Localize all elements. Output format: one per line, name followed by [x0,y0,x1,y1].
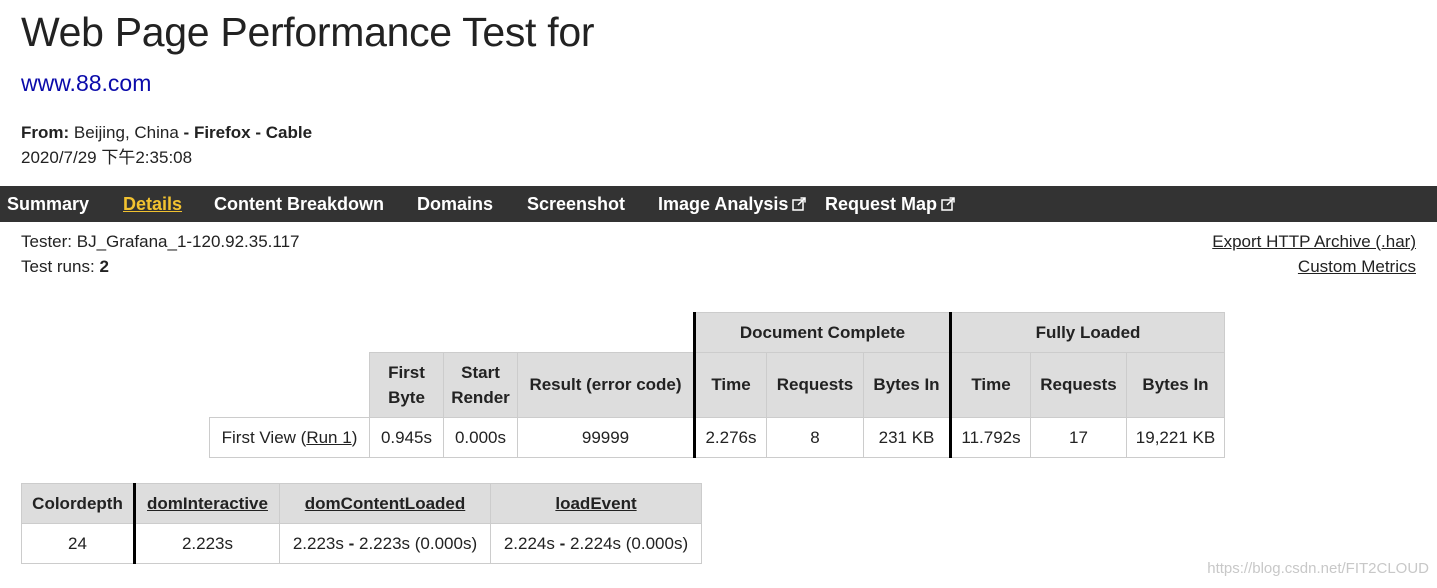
runs-value: 2 [99,257,109,276]
result-code-header: Result (error code) [517,352,695,418]
fl-requests-header: Requests [1030,352,1127,418]
external-link-icon [941,197,955,211]
test-datetime: 2020/7/29 下午2:35:08 [21,148,193,167]
table-row: 24 2.223s 2.223s - 2.223s (0.000s) 2.224… [21,523,702,564]
custom-metrics-table: Colordepth domInteractive domContentLoad… [21,483,702,564]
tab-summary[interactable]: Summary [7,186,89,222]
watermark-text: https://blog.csdn.net/FIT2CLOUD [1207,560,1429,577]
external-link-icon [792,197,807,211]
dom-interactive-value: 2.223s [133,523,280,564]
colordepth-value: 24 [21,523,135,564]
tester-label: Tester: [21,232,73,251]
colordepth-header: Colordepth [21,483,135,524]
location-text: Beijing, China [73,123,179,142]
first-byte-header-line1: First [388,363,425,382]
load-event-value: 2.224s - 2.224s (0.000s) [490,523,702,564]
first-view-label: First View (Run 1) [209,417,370,458]
tab-image-analysis[interactable]: Image Analysis [658,186,807,222]
dom-interactive-header: domInteractive [133,483,280,524]
tab-content-breakdown[interactable]: Content Breakdown [214,186,384,222]
separator-2: - [255,123,262,142]
fl-bytes-value: 19,221 KB [1126,417,1225,458]
separator-1: - [183,123,190,142]
metrics-header-row: Colordepth domInteractive domContentLoad… [21,483,702,524]
tab-request-map-label: Request Map [825,194,938,214]
runs-label: Test runs: [21,257,95,276]
fully-loaded-header: Fully Loaded [949,312,1225,353]
fl-bytes-header: Bytes In [1126,352,1225,418]
dom-content-loaded-link[interactable]: domContentLoaded [305,494,466,513]
start-render-header: Start Render [443,352,518,418]
connection-text: Cable [265,123,313,142]
load-event-header: loadEvent [490,483,702,524]
dcl-start: 2.223s [292,533,344,553]
results-navbar: Summary Details Content Breakdown Domain… [0,186,1437,222]
first-view-prefix: First View ( [221,427,307,447]
table-row: First View (Run 1) 0.945s 0.000s 99999 2… [209,417,1225,458]
le-end: 2.224s (0.000s) [570,533,689,553]
dom-content-loaded-value: 2.223s - 2.223s (0.000s) [279,523,491,564]
export-har-link[interactable]: Export HTTP Archive (.har) [1212,231,1416,253]
tab-image-analysis-label: Image Analysis [658,194,789,214]
result-code-value: 99999 [517,417,695,458]
first-byte-header-line2: Byte [388,388,425,407]
dom-interactive-link[interactable]: domInteractive [147,494,268,513]
fl-requests-value: 17 [1030,417,1127,458]
dcl-end: 2.223s (0.000s) [359,533,478,553]
from-label: From: [21,123,70,142]
tab-details[interactable]: Details [123,186,182,222]
le-separator: - [554,533,570,553]
dc-requests-value: 8 [766,417,864,458]
dc-time-value: 2.276s [693,417,767,458]
fl-time-header: Time [949,352,1031,418]
first-byte-value: 0.945s [369,417,444,458]
tab-request-map[interactable]: Request Map [825,186,955,222]
start-render-value: 0.000s [443,417,518,458]
dc-bytes-header: Bytes In [863,352,951,418]
custom-metrics-link[interactable]: Custom Metrics [1298,256,1416,278]
dcl-separator: - [343,533,359,553]
results-column-header-row: First Byte Start Render Result (error co… [210,352,1225,418]
test-location-line: From: Beijing, China - Firefox - Cable [21,122,312,144]
tester-value: BJ_Grafana_1-120.92.35.117 [76,232,300,251]
results-group-header-row: Document Complete Fully Loaded [210,312,1225,353]
start-render-header-line2: Render [451,388,510,407]
dc-bytes-value: 231 KB [863,417,951,458]
dc-requests-header: Requests [766,352,864,418]
browser-text: Firefox [193,123,251,142]
page-title: Web Page Performance Test for [21,9,595,55]
first-view-suffix: ) [351,427,358,447]
start-render-header-line1: Start [461,363,500,382]
tab-screenshot[interactable]: Screenshot [527,186,625,222]
first-byte-header: First Byte [369,352,444,418]
test-runs-info: Test runs: 2 [21,256,109,278]
fl-time-value: 11.792s [949,417,1031,458]
tab-domains[interactable]: Domains [417,186,493,222]
results-table: Document Complete Fully Loaded First Byt… [209,312,1225,458]
document-complete-header: Document Complete [693,312,951,353]
le-start: 2.224s [503,533,555,553]
tested-url-link[interactable]: www.88.com [21,69,151,97]
run-1-link[interactable]: Run 1 [306,428,351,447]
load-event-link[interactable]: loadEvent [555,494,636,513]
dc-time-header: Time [693,352,767,418]
tester-info: Tester: BJ_Grafana_1-120.92.35.117 [21,231,300,253]
dom-content-loaded-header: domContentLoaded [279,483,491,524]
